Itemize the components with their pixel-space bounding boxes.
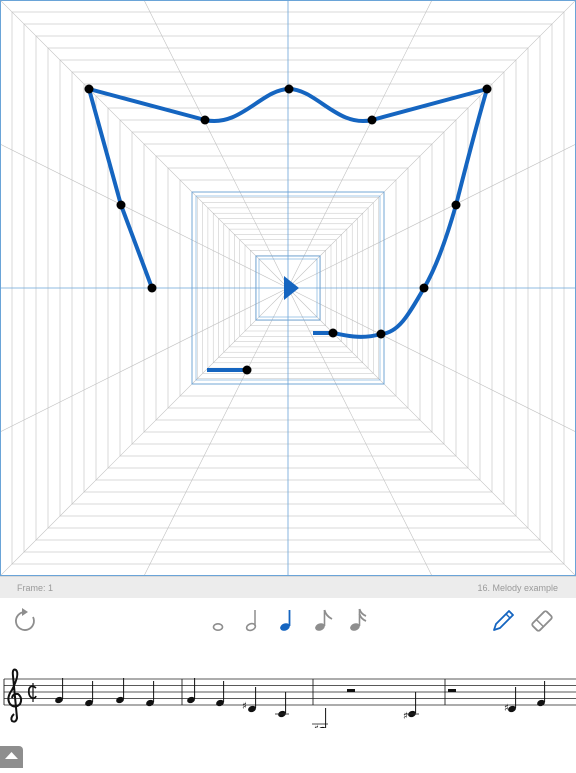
eraser-button[interactable] (527, 606, 557, 636)
note (537, 681, 546, 707)
sharp-icon: ♯ (403, 711, 408, 722)
control-point[interactable] (116, 200, 126, 210)
music-score: ♯ ♯ ♯ ♯ (0, 648, 576, 735)
quarter-note-button[interactable] (272, 606, 302, 636)
perspective-grid (0, 0, 576, 576)
eighth-note-button[interactable] (308, 606, 338, 636)
chevron-up-icon (5, 752, 18, 759)
control-point[interactable] (482, 84, 492, 94)
pencil-icon (493, 610, 514, 631)
control-point[interactable] (419, 283, 429, 293)
status-bar: Frame: 1 16. Melody example (0, 576, 576, 598)
sixteenth-note-button[interactable] (343, 606, 373, 636)
quarter-note-icon (280, 610, 291, 631)
eraser-icon (531, 610, 553, 632)
drawing-canvas[interactable] (0, 0, 576, 576)
loop-icon (15, 608, 35, 631)
preset-label: 16. Melody example (477, 583, 558, 593)
note (146, 681, 155, 707)
note (116, 678, 125, 704)
half-rest-icon (448, 689, 456, 692)
eighth-note-icon (315, 609, 333, 631)
sharp-icon: ♯ (314, 724, 319, 728)
control-point[interactable] (242, 365, 252, 375)
control-point[interactable] (284, 84, 294, 94)
expand-panel-button[interactable] (0, 746, 23, 768)
frame-label: Frame: 1 (17, 583, 54, 593)
note (55, 678, 64, 704)
note (85, 681, 94, 707)
sharp-icon: ♯ (504, 703, 509, 714)
half-note-button[interactable] (238, 606, 268, 636)
whole-note-button[interactable] (204, 606, 234, 636)
whole-note-icon (212, 622, 224, 631)
note (508, 687, 517, 713)
toolbar (0, 598, 576, 644)
control-point[interactable] (147, 283, 157, 293)
control-point[interactable] (328, 328, 338, 338)
pencil-button[interactable] (488, 606, 518, 636)
treble-clef-icon (7, 668, 23, 723)
control-point[interactable] (451, 200, 461, 210)
control-point[interactable] (84, 84, 94, 94)
sharp-icon: ♯ (242, 701, 247, 712)
control-point[interactable] (376, 329, 386, 339)
half-note-icon (245, 610, 257, 632)
control-point[interactable] (200, 115, 210, 125)
control-point[interactable] (367, 115, 377, 125)
note (216, 681, 225, 707)
loop-button[interactable] (10, 606, 40, 636)
note (248, 687, 257, 713)
half-rest-icon (347, 689, 355, 692)
sixteenth-note-icon (350, 608, 367, 631)
note (187, 678, 196, 704)
